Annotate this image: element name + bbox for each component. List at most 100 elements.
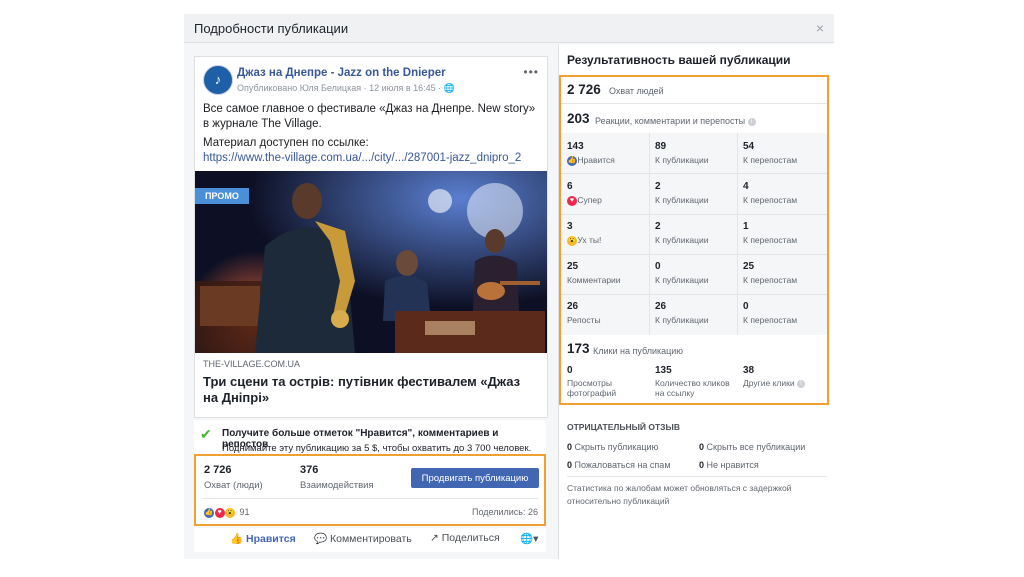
unlike-stat: 0 Не нравится bbox=[699, 460, 759, 470]
share-label: Поделиться bbox=[441, 532, 500, 544]
post-date[interactable]: · 12 июля в 16:45 · bbox=[364, 83, 442, 93]
divider bbox=[567, 476, 827, 477]
post-preview: ♪ Джаз на Днепре - Jazz on the Dnieper О… bbox=[194, 56, 548, 418]
on-post-label: К публикации bbox=[655, 275, 709, 285]
globe-icon: 🌐▾ bbox=[520, 533, 539, 545]
divider bbox=[561, 254, 827, 255]
photo-views-label: Просмотры фотографий bbox=[567, 378, 617, 398]
link-domain: THE-VILLAGE.COM.UA bbox=[203, 359, 301, 369]
more-icon[interactable]: ••• bbox=[523, 65, 539, 79]
reach-label: Охват людей bbox=[609, 86, 664, 96]
reach-value: 2 726 bbox=[567, 82, 601, 97]
post-details-modal: Подробности публикации × ♪ Джаз на Днепр… bbox=[184, 14, 835, 559]
hide-post-stat: 0 Скрыть публикацию bbox=[567, 442, 659, 452]
reactions-label: Реакции, комментарии и перепосты i bbox=[595, 116, 756, 126]
thumbs-up-icon: 👍 bbox=[230, 533, 244, 545]
promo-badge: ПРОМО bbox=[195, 188, 249, 204]
post-meta: Опубликовано Юля Белицкая · 12 июля в 16… bbox=[237, 83, 455, 94]
hide-all-stat: 0 Скрыть все публикации bbox=[699, 442, 806, 452]
on-shares-label: К перепостам bbox=[743, 155, 798, 165]
other-clicks-label: Другие клики i bbox=[743, 378, 805, 388]
page-avatar-icon[interactable]: ♪ bbox=[203, 65, 233, 95]
post-action-bar: 👍 Нравится 💬 Комментировать ↗ Поделиться… bbox=[194, 528, 546, 552]
on-post-label: К публикации bbox=[655, 235, 709, 245]
comment-button[interactable]: 💬 Комментировать bbox=[314, 532, 412, 545]
clicks-value: 173 bbox=[567, 341, 590, 356]
divider bbox=[561, 214, 827, 215]
comments-label: Комментарии bbox=[567, 275, 621, 285]
share-button[interactable]: ↗ Поделиться bbox=[430, 532, 500, 544]
divider bbox=[649, 133, 650, 335]
promote-post-button[interactable]: Продвигать публикацию bbox=[411, 468, 539, 488]
info-icon[interactable]: i bbox=[796, 379, 805, 388]
on-post-label: К публикации bbox=[655, 195, 709, 205]
link-clicks-value: 135 bbox=[655, 365, 672, 376]
other-clicks-value: 38 bbox=[743, 365, 755, 376]
on-shares-label: К перепостам bbox=[743, 195, 798, 205]
shares-on-post: 26 bbox=[655, 301, 667, 312]
comments-total: 25 bbox=[567, 261, 579, 272]
likes-on-shares: 54 bbox=[743, 141, 755, 152]
love-on-post: 2 bbox=[655, 181, 661, 192]
reactions-summary[interactable]: 👍 ♥ 😮 91 bbox=[204, 507, 250, 518]
shares-label: Репосты bbox=[567, 315, 601, 325]
divider bbox=[202, 498, 538, 499]
boost-suggestion: ✔ Получите больше отметок "Нравится", ко… bbox=[194, 420, 546, 458]
love-total: 6 bbox=[567, 181, 573, 192]
link-title[interactable]: Три сцени та острів: путівник фестивалем… bbox=[203, 374, 533, 406]
love-label: ♥ Супер bbox=[567, 195, 602, 206]
info-icon[interactable]: i bbox=[747, 117, 756, 126]
metrics-box: 2 726 Охват людей 203 Реакции, комментар… bbox=[559, 75, 829, 405]
likes-on-post: 89 bbox=[655, 141, 667, 152]
divider bbox=[737, 133, 738, 335]
shares-count[interactable]: Поделились: 26 bbox=[472, 507, 538, 517]
divider bbox=[561, 103, 827, 104]
love-on-shares: 4 bbox=[743, 181, 749, 192]
post-text: Все самое главное о фестивале «Джаз на Д… bbox=[203, 102, 539, 166]
stats-footnote: Статистика по жалобам может обновляться … bbox=[567, 483, 792, 506]
like-reaction-icon: 👍 bbox=[567, 155, 577, 166]
wow-reaction-icon: 😮 bbox=[567, 235, 577, 246]
like-button[interactable]: 👍 Нравится bbox=[230, 532, 296, 545]
page-name-link[interactable]: Джаз на Днепре - Jazz on the Dnieper bbox=[237, 67, 446, 79]
like-label: Нравится bbox=[246, 533, 296, 545]
post-link[interactable]: https://www.the-village.com.ua/.../city/… bbox=[203, 152, 521, 164]
likes-label: 👍 Нравится bbox=[567, 155, 615, 166]
post-stats-panel: 2 726 Охват (люди) 376 Взаимодействия Пр… bbox=[194, 454, 546, 526]
comment-icon: 💬 bbox=[314, 533, 328, 545]
link-clicks-label: Количество кликов на ссылку bbox=[655, 378, 730, 398]
like-reaction-icon: 👍 bbox=[204, 507, 214, 518]
negative-feedback-title: ОТРИЦАТЕЛЬНЫЙ ОТЗЫВ bbox=[567, 422, 680, 432]
post-text-paragraph: Все самое главное о фестивале «Джаз на Д… bbox=[203, 103, 536, 130]
comments-on-shares: 25 bbox=[743, 261, 755, 272]
comment-label: Комментировать bbox=[330, 533, 412, 545]
wow-on-post: 2 bbox=[655, 221, 661, 232]
close-icon[interactable]: × bbox=[816, 20, 824, 36]
on-shares-label: К перепостам bbox=[743, 275, 798, 285]
reactions-value: 203 bbox=[567, 111, 590, 126]
check-icon: ✔ bbox=[200, 426, 212, 442]
shares-total: 26 bbox=[567, 301, 579, 312]
globe-icon: 🌐 bbox=[443, 83, 455, 93]
engagement-value: 376 bbox=[300, 464, 319, 476]
on-post-label: К публикации bbox=[655, 315, 709, 325]
published-by: Опубликовано Юля Белицкая bbox=[237, 83, 362, 93]
reach-label: Охват (люди) bbox=[204, 480, 263, 491]
reactions-breakdown-grid: 143 👍 Нравится 89 К публикации 54 К пере… bbox=[561, 133, 827, 335]
audience-selector[interactable]: 🌐▾ bbox=[520, 532, 538, 545]
performance-title: Результативность вашей публикации bbox=[567, 53, 791, 67]
reach-value: 2 726 bbox=[204, 464, 232, 476]
clicks-label: Клики на публикацию bbox=[593, 346, 684, 356]
on-shares-label: К перепостам bbox=[743, 315, 798, 325]
wow-label: 😮 Ух ты! bbox=[567, 235, 602, 246]
spam-stat: 0 Пожаловаться на спам bbox=[567, 460, 671, 470]
post-text-paragraph: Материал доступен по ссылке: bbox=[203, 137, 369, 149]
modal-header: Подробности публикации × bbox=[184, 14, 834, 43]
likes-total: 143 bbox=[567, 141, 584, 152]
reactions-count: 91 bbox=[239, 507, 250, 517]
wow-total: 3 bbox=[567, 221, 573, 232]
photo-views-value: 0 bbox=[567, 365, 573, 376]
on-post-label: К публикации bbox=[655, 155, 709, 165]
love-reaction-icon: ♥ bbox=[214, 507, 225, 518]
engagement-label: Взаимодействия bbox=[300, 480, 374, 491]
